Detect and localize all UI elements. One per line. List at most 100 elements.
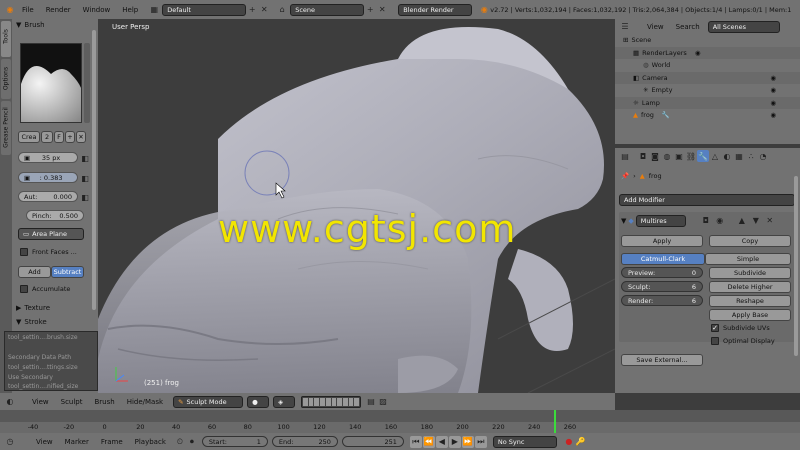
remove-layout-icon[interactable]: ✕ xyxy=(258,4,270,16)
layer-buttons[interactable] xyxy=(301,395,362,408)
stroke-panel-header[interactable]: ▼ Stroke xyxy=(16,318,47,326)
sculpt-levels-field[interactable]: Sculpt: 6 xyxy=(621,281,703,292)
reshape-button[interactable]: Reshape xyxy=(709,295,791,307)
menu-brush[interactable]: Brush xyxy=(89,398,121,406)
brush-preview-scroll[interactable] xyxy=(84,43,90,123)
current-frame-marker[interactable] xyxy=(553,410,556,433)
add-brush-button[interactable]: + xyxy=(65,131,75,143)
modifier-remove-icon[interactable]: ✕ xyxy=(764,215,776,227)
modifier-viewport-toggle-icon[interactable]: ◉ xyxy=(714,215,726,227)
keying-set-icon[interactable]: 🔑 xyxy=(575,436,587,448)
timeline-menu-frame[interactable]: Frame xyxy=(95,438,129,446)
optimal-display-toggle[interactable]: Optimal Display xyxy=(711,337,775,345)
sync-mode-selector[interactable]: No Sync xyxy=(492,435,557,448)
play-icon[interactable]: ▶ xyxy=(448,435,461,448)
brush-fake-user-button[interactable]: F xyxy=(54,131,64,143)
subdivide-uvs-toggle[interactable]: ✓ Subdivide UVs xyxy=(711,324,770,332)
outliner-item-world[interactable]: ◍ World xyxy=(615,59,800,72)
jump-end-icon[interactable]: ⏭ xyxy=(474,435,487,448)
modifier-move-up-icon[interactable]: ▲ xyxy=(736,215,748,227)
subtract-direction-button[interactable]: Subtract xyxy=(51,266,84,278)
pressure-radius-icon[interactable]: ◧ xyxy=(79,152,91,164)
modifier-collapse-icon[interactable]: ▼ xyxy=(621,217,626,225)
menu-file[interactable]: File xyxy=(16,6,40,14)
visibility-eye-icon-3[interactable]: ◉ xyxy=(770,99,776,107)
play-reverse-icon[interactable]: ◀ xyxy=(435,435,448,448)
modifiers-tab-icon[interactable]: 🔧 xyxy=(697,150,709,162)
front-faces-toggle[interactable]: Front Faces ... xyxy=(20,248,77,256)
modifier-move-down-icon[interactable]: ▼ xyxy=(750,215,762,227)
catmull-clark-button[interactable]: Catmull-Clark xyxy=(621,253,705,265)
properties-scrollbar[interactable] xyxy=(794,176,798,356)
add-direction-button[interactable]: Add xyxy=(18,266,51,278)
accumulate-toggle[interactable]: Accumulate xyxy=(20,285,70,293)
outliner-menu-view[interactable]: View xyxy=(641,23,670,31)
timeline-menu-marker[interactable]: Marker xyxy=(59,438,95,446)
accumulate-checkbox[interactable] xyxy=(20,285,28,293)
scene-tab-icon[interactable]: ◙ xyxy=(649,150,661,162)
material-tab-icon[interactable]: ◐ xyxy=(721,150,733,162)
menu-view[interactable]: View xyxy=(26,398,55,406)
lock-range-icon[interactable]: ⏺ xyxy=(186,436,198,448)
scene-icon[interactable]: ⌂ xyxy=(276,4,288,16)
modifier-render-toggle-icon[interactable]: ◘ xyxy=(700,215,712,227)
render-levels-field[interactable]: Render: 6 xyxy=(621,295,703,306)
pin-icon[interactable]: 📌 xyxy=(621,172,629,180)
outliner-item-lamp[interactable]: ☼ Lamp ◉ xyxy=(615,96,800,109)
modifier-name-field[interactable]: Multires xyxy=(635,214,686,227)
world-tab-icon[interactable]: ◍ xyxy=(661,150,673,162)
timeline-menu-view[interactable]: View xyxy=(30,438,59,446)
timeline-area[interactable]: -40 -20 0 20 40 60 80 100 120 140 160 180 200 220 240 2… xyxy=(0,410,800,433)
visibility-eye-icon[interactable]: ◉ xyxy=(770,74,776,82)
start-frame-field[interactable]: Start: 1 xyxy=(201,436,268,447)
timeline-menu-playback[interactable]: Playback xyxy=(129,438,172,446)
next-keyframe-icon[interactable]: ⏩ xyxy=(461,435,474,448)
delete-higher-button[interactable]: Delete Higher xyxy=(709,281,791,293)
blender-logo-icon[interactable]: ◉ xyxy=(4,4,16,16)
menu-render[interactable]: Render xyxy=(40,6,77,14)
menu-help[interactable]: Help xyxy=(116,6,144,14)
subdivide-uvs-checkbox[interactable]: ✓ xyxy=(711,324,719,332)
unlink-brush-button[interactable]: ✕ xyxy=(76,131,86,143)
constraints-tab-icon[interactable]: ⛓ xyxy=(685,150,697,162)
viewport-3d[interactable]: User Persp (251) frog www.cgtsj.com xyxy=(98,19,615,393)
render-engine-selector[interactable]: Blender Render xyxy=(398,3,473,16)
data-tab-icon[interactable]: △ xyxy=(709,150,721,162)
particles-tab-icon[interactable]: ∴ xyxy=(745,150,757,162)
copy-modifier-button[interactable]: Copy xyxy=(709,235,791,247)
brush-panel-header[interactable]: ▼ Brush xyxy=(16,21,45,29)
outliner-item-camera[interactable]: ◧ Camera ◉ xyxy=(615,71,800,84)
preview-levels-field[interactable]: Preview: 0 xyxy=(621,267,703,278)
visibility-eye-icon-2[interactable]: ◉ xyxy=(770,86,776,94)
prev-keyframe-icon[interactable]: ⏪ xyxy=(422,435,435,448)
menu-window[interactable]: Window xyxy=(77,6,117,14)
timeline-editor-icon[interactable]: ◷ xyxy=(4,436,16,448)
strength-field[interactable]: ▣ : 0.383 xyxy=(18,172,78,183)
add-layout-icon[interactable]: + xyxy=(246,4,258,16)
subdivide-button[interactable]: Subdivide xyxy=(709,267,791,279)
sculpt-plane-selector[interactable]: ▭ Area Plane xyxy=(18,228,84,240)
pivot-selector[interactable]: ◈ xyxy=(273,395,296,408)
apply-modifier-button[interactable]: Apply xyxy=(621,235,703,247)
outliner-item-scene[interactable]: ⊞ Scene xyxy=(615,34,800,47)
render-preview-icon[interactable]: ▤ xyxy=(365,396,377,408)
layout-selector[interactable]: Default xyxy=(162,3,247,16)
screen-layout-icon[interactable]: ▦ xyxy=(148,4,160,16)
properties-editor-icon[interactable]: ▤ xyxy=(619,150,631,162)
outliner-item-renderlayers[interactable]: ▦ RenderLayers ◉ xyxy=(615,46,800,59)
texture-panel-header[interactable]: ▶ Texture xyxy=(16,304,50,312)
brush-preview[interactable] xyxy=(20,43,82,123)
object-tab-icon[interactable]: ▣ xyxy=(673,150,685,162)
outliner-filter-selector[interactable]: All Scenes xyxy=(707,20,780,33)
outliner-menu-search[interactable]: Search xyxy=(670,23,706,31)
editor-type-icon[interactable]: ◐ xyxy=(4,396,16,408)
outliner-editor-icon[interactable]: ☰ xyxy=(619,21,631,33)
outliner-item-empty[interactable]: ✳ Empty ◉ xyxy=(615,84,800,97)
add-scene-icon[interactable]: + xyxy=(364,4,376,16)
remove-scene-icon[interactable]: ✕ xyxy=(376,4,388,16)
visibility-eye-icon-4[interactable]: ◉ xyxy=(770,111,776,119)
outliner-item-frog[interactable]: ▲ frog 🔧 ◉ xyxy=(615,109,800,122)
jump-start-icon[interactable]: ⏮ xyxy=(409,435,422,448)
menu-sculpt[interactable]: Sculpt xyxy=(55,398,89,406)
menu-hide-mask[interactable]: Hide/Mask xyxy=(121,398,169,406)
